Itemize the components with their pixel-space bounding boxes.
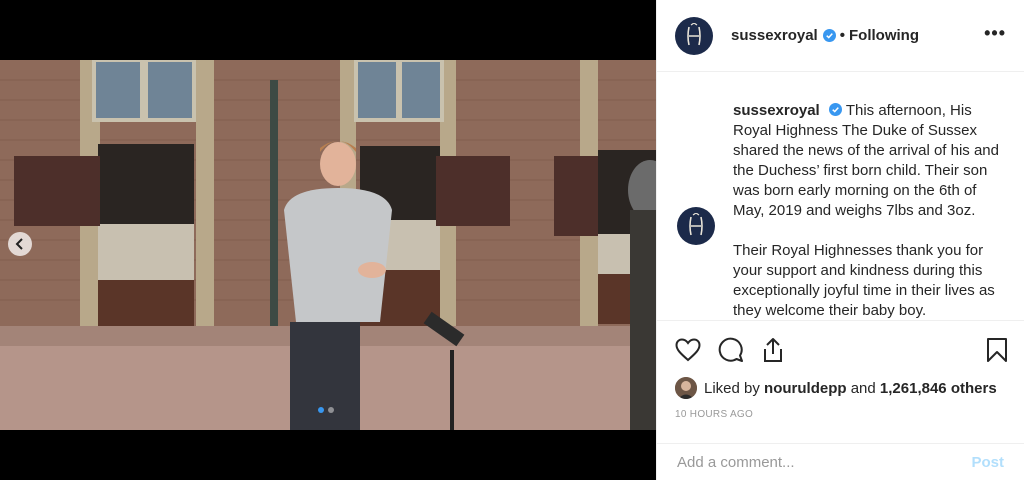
following-button[interactable]: Following — [849, 27, 919, 44]
verified-badge-icon — [828, 103, 842, 116]
post-photo[interactable] — [0, 60, 656, 430]
save-button[interactable] — [986, 337, 1008, 363]
post-comment-button[interactable]: Post — [971, 454, 1004, 471]
avatar[interactable] — [677, 207, 715, 245]
post-header: sussexroyal • Following ••• — [657, 0, 1024, 72]
post-actions: Liked by nouruldepp and 1,261,846 others… — [657, 320, 1024, 420]
liker-avatar[interactable] — [675, 377, 697, 399]
bookmark-icon — [987, 338, 1007, 362]
likes-summary: Liked by nouruldepp and 1,261,846 others — [675, 377, 1008, 399]
post-sidebar: sussexroyal • Following ••• sussexroyal — [656, 0, 1024, 480]
header-username[interactable]: sussexroyal — [731, 27, 818, 44]
likes-count[interactable]: 1,261,846 others — [880, 380, 997, 397]
monogram-logo-icon — [687, 22, 701, 45]
chevron-left-icon — [15, 238, 23, 250]
action-icons — [675, 335, 1008, 365]
comment-button[interactable] — [718, 337, 744, 363]
likes-prefix: Liked by — [704, 379, 760, 397]
carousel-dot — [328, 407, 334, 413]
add-comment-bar: Post — [657, 443, 1024, 480]
liker-username[interactable]: nouruldepp — [764, 380, 847, 397]
post-media — [0, 0, 656, 480]
likes-connector: and — [850, 379, 876, 397]
heart-icon — [675, 338, 701, 362]
more-options-button[interactable]: ••• — [984, 24, 1006, 48]
carousel-dot — [318, 407, 324, 413]
like-button[interactable] — [675, 338, 701, 362]
separator-dot: • — [839, 27, 845, 44]
avatar[interactable] — [675, 16, 713, 55]
post-timestamp[interactable]: 10 HOURS AGO — [675, 409, 1008, 420]
verified-badge-icon — [822, 29, 836, 42]
caption-text: Their Royal Highnesses thank you for you… — [733, 242, 995, 319]
carousel-prev-button[interactable] — [8, 232, 32, 256]
caption-text: This afternoon, His Royal Highness The D… — [733, 102, 999, 219]
share-button[interactable] — [761, 337, 785, 363]
carousel-indicator — [318, 407, 334, 413]
caption-comment: sussexroyal This afternoon, His Royal Hi… — [677, 101, 1004, 319]
comments-area[interactable]: sussexroyal This afternoon, His Royal Hi… — [657, 73, 1024, 319]
comment-icon — [718, 337, 743, 362]
post-caption: sussexroyal This afternoon, His Royal Hi… — [733, 101, 1004, 319]
caption-username[interactable]: sussexroyal — [733, 102, 820, 119]
share-icon — [764, 338, 782, 362]
monogram-logo-icon — [689, 213, 703, 236]
comment-input[interactable] — [677, 453, 972, 471]
